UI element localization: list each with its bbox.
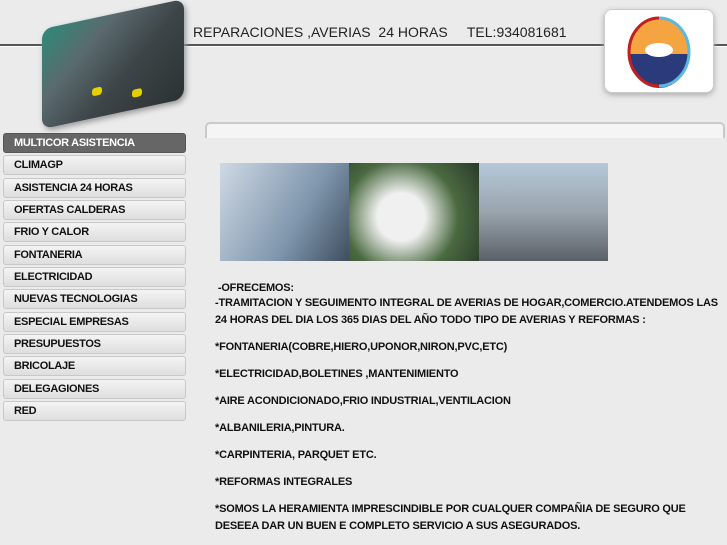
main-content: -OFRECEMOS: -TRAMITACION Y SEGUIMENTO IN… xyxy=(215,281,720,545)
service-item: *REFORMAS INTEGRALES xyxy=(215,476,353,488)
nav-item-presupuestos[interactable]: PRESUPUESTOS xyxy=(3,334,186,355)
nav-item-ofertas-calderas[interactable]: OFERTAS CALDERAS xyxy=(3,200,186,221)
nav-item-frio-y-calor[interactable]: FRIO Y CALOR xyxy=(3,222,186,243)
logo[interactable] xyxy=(604,9,714,93)
lead-text: -TRAMITACION Y SEGUIMENTO INTEGRAL DE AV… xyxy=(215,297,718,326)
intro-text: -OFRECEMOS: xyxy=(215,282,294,294)
nav-item-nuevas-tecnologias[interactable]: NUEVAS TECNOLOGIAS xyxy=(3,289,186,310)
header-text: REPARACIONES ,AVERIAS 24 HORAS TEL:93408… xyxy=(193,24,567,40)
service-item: *FONTANERIA(COBRE,HIERO,UPONOR,NIRON,PVC… xyxy=(215,341,508,353)
nav-item-multicor-asistencia[interactable]: MULTICOR ASISTENCIA xyxy=(3,133,186,153)
service-item: *CARPINTERIA, PARQUET ETC. xyxy=(215,449,377,461)
nav-item-electricidad[interactable]: ELECTRICIDAD xyxy=(3,267,186,288)
nav-item-red[interactable]: RED xyxy=(3,401,186,422)
nav-item-especial-empresas[interactable]: ESPECIAL EMPRESAS xyxy=(3,311,186,332)
nav-item-fontaneria[interactable]: FONTANERIA xyxy=(3,244,186,265)
content-panel-header xyxy=(205,122,725,138)
service-item: *AIRE ACONDICIONADO,FRIO INDUSTRIAL,VENT… xyxy=(215,395,511,407)
header-photo-pipes xyxy=(42,0,184,130)
nav-item-delegagiones[interactable]: DELEGAGIONES xyxy=(3,378,186,399)
header-phone: TEL:934081681 xyxy=(466,24,567,40)
nav-item-climagp[interactable]: CLIMAGP xyxy=(3,155,186,176)
nav-item-bricolaje[interactable]: BRICOLAJE xyxy=(3,356,186,377)
service-item: *ALBANILERIA,PINTURA. xyxy=(215,422,345,434)
sidebar-nav: MULTICOR ASISTENCIA CLIMAGP ASISTENCIA 24 … xyxy=(3,133,186,423)
banner-photo-ac-units xyxy=(220,163,608,261)
closing-text: *SOMOS LA HERAMIENTA IMPRESCINDIBLE POR … xyxy=(215,503,686,532)
service-item: *ELECTRICIDAD,BOLETINES ,MANTENIMIENTO xyxy=(215,368,459,380)
logo-sun-rain-icon xyxy=(627,16,691,88)
nav-item-asistencia-24-horas[interactable]: ASISTENCIA 24 HORAS xyxy=(3,177,186,198)
header-title: REPARACIONES ,AVERIAS 24 HORAS xyxy=(193,24,448,40)
